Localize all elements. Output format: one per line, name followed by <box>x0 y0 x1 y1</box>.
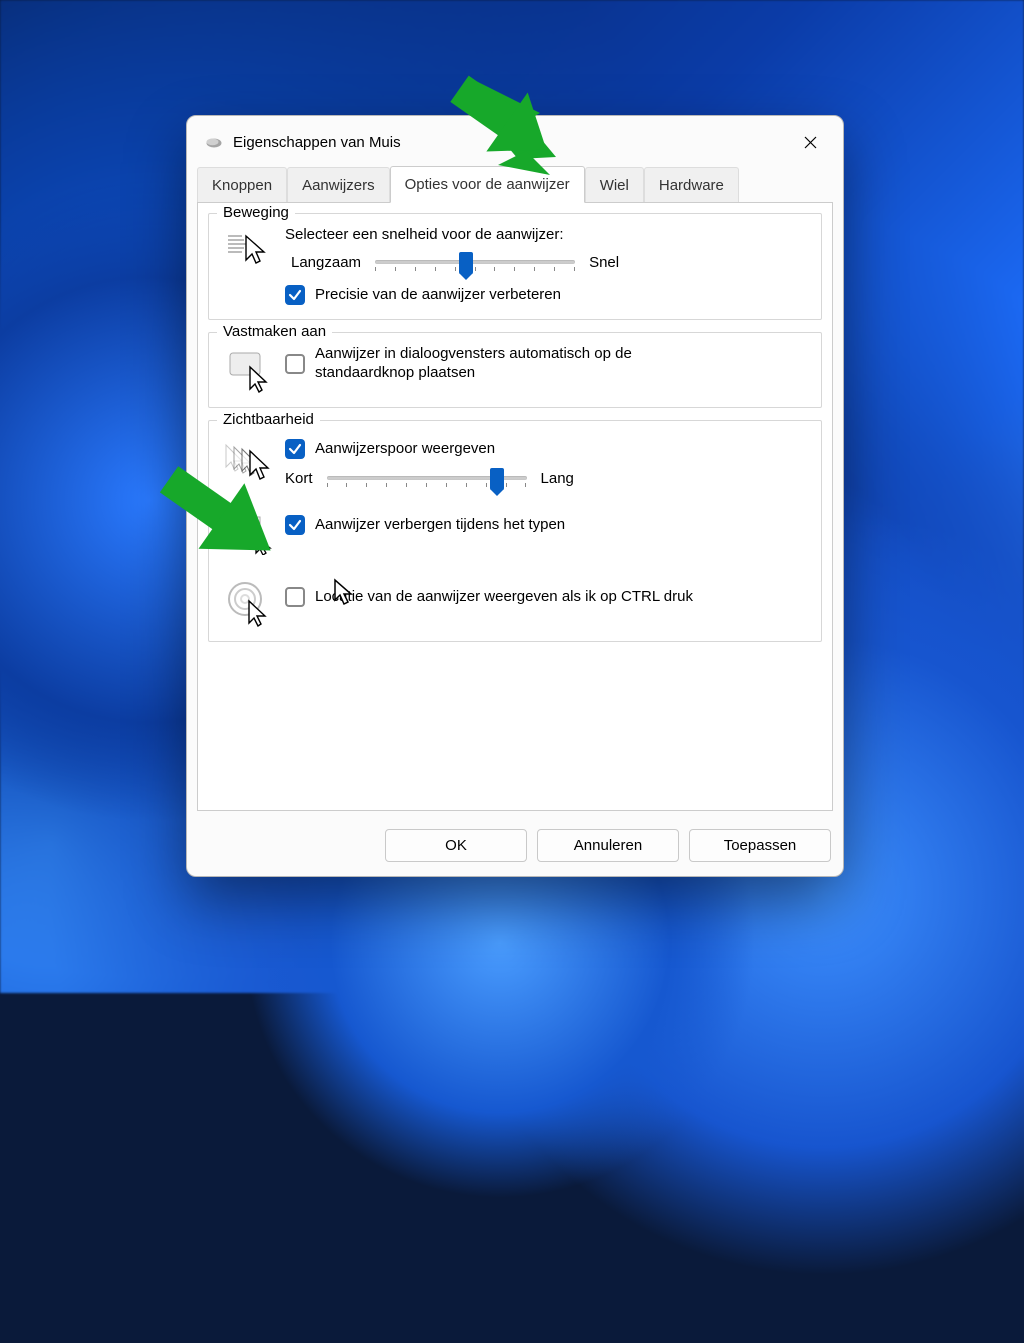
pointer-speed-label: Selecteer een snelheid voor de aanwijzer… <box>285 226 809 243</box>
group-legend-vastmaken: Vastmaken aan <box>217 323 332 340</box>
speed-slow-label: Langzaam <box>291 254 361 271</box>
hide-while-typing-label: Aanwijzer verbergen tijdens het typen <box>315 516 565 535</box>
group-beweging: Beweging Selecteer een snelheid voor de … <box>208 213 822 320</box>
apply-button[interactable]: Toepassen <box>689 829 831 862</box>
ok-button[interactable]: OK <box>385 829 527 862</box>
tab-wiel[interactable]: Wiel <box>585 167 644 203</box>
tab-aanwijzers[interactable]: Aanwijzers <box>287 167 390 203</box>
cancel-button[interactable]: Annuleren <box>537 829 679 862</box>
group-legend-zichtbaarheid: Zichtbaarheid <box>217 411 320 428</box>
close-button[interactable] <box>793 128 827 156</box>
close-icon <box>804 136 817 149</box>
cursor-icon <box>333 578 355 610</box>
annotation-arrow-left <box>150 448 300 598</box>
pointer-speed-slider[interactable] <box>375 253 575 271</box>
enhance-precision-checkbox[interactable] <box>285 285 305 305</box>
trail-long-label: Lang <box>541 470 574 487</box>
dialog-button-row: OK Annuleren Toepassen <box>187 819 843 876</box>
mouse-icon <box>205 136 223 148</box>
pointer-trail-label: Aanwijzerspoor weergeven <box>315 440 495 459</box>
snap-to-label: Aanwijzer in dialoogvensters automatisch… <box>315 345 735 383</box>
group-zichtbaarheid: Zichtbaarheid Aanwijzerspoo <box>208 420 822 642</box>
tab-hardware[interactable]: Hardware <box>644 167 739 203</box>
pointer-speed-icon <box>221 226 277 268</box>
annotation-arrow-top <box>430 55 560 185</box>
group-vastmaken: Vastmaken aan Aanwijzer in dialoogvenste… <box>208 332 822 408</box>
ctrl-locate-label: Locatie van de aanwijzer weergeven als i… <box>315 588 693 607</box>
pointer-trail-slider[interactable] <box>327 469 527 487</box>
enhance-precision-label: Precisie van de aanwijzer verbeteren <box>315 286 561 305</box>
speed-fast-label: Snel <box>589 254 619 271</box>
snap-to-checkbox[interactable] <box>285 354 305 374</box>
group-legend-beweging: Beweging <box>217 204 295 221</box>
snap-to-icon <box>221 345 277 393</box>
tab-knoppen[interactable]: Knoppen <box>197 167 287 203</box>
